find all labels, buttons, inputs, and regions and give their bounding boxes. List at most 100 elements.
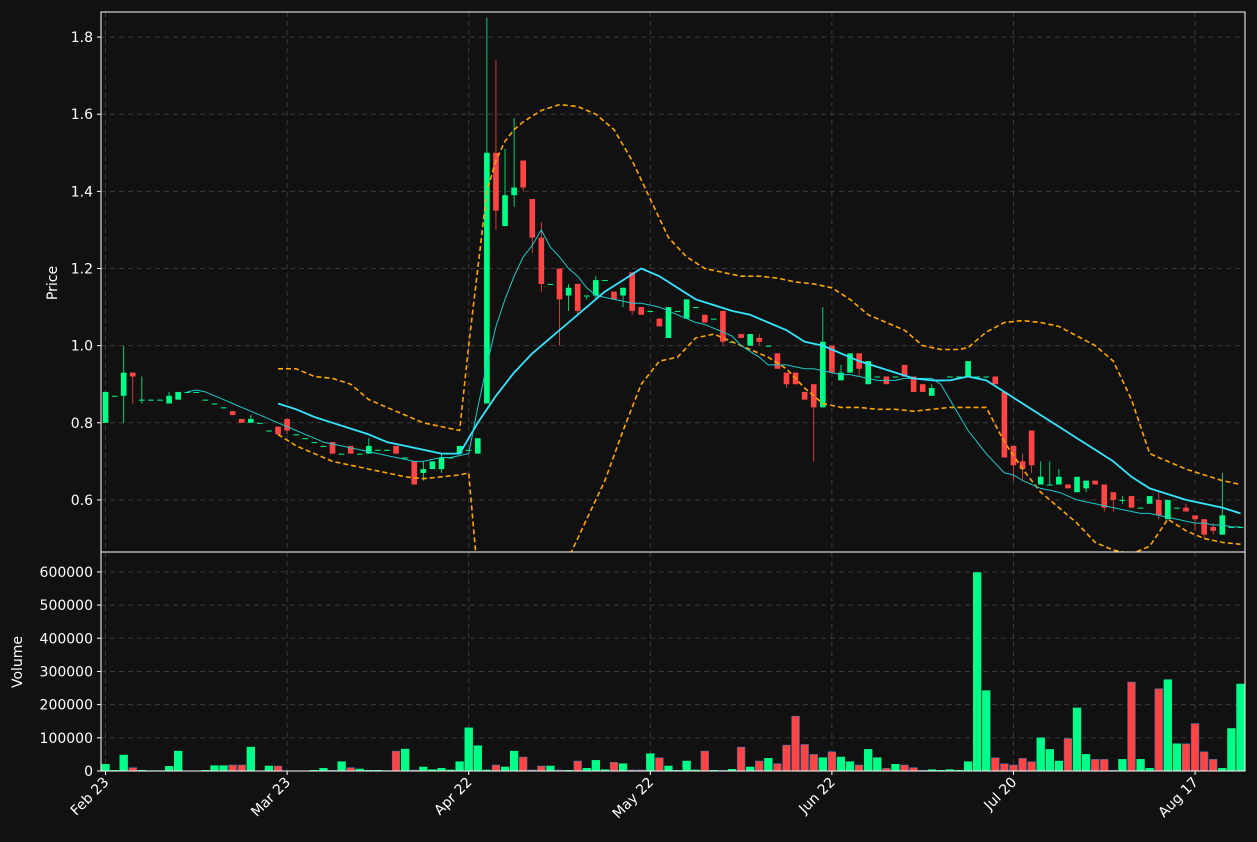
- candle-body: [1110, 492, 1117, 500]
- price-tick-label: 1.0: [71, 339, 93, 355]
- volume-bar: [391, 750, 401, 771]
- candle-body: [302, 438, 309, 440]
- volume-bar: [1100, 759, 1109, 771]
- candle-body: [1056, 476, 1062, 485]
- volume-bar: [1054, 760, 1064, 771]
- candle-body: [1083, 480, 1089, 489]
- candle-body: [529, 199, 536, 238]
- candle-body: [284, 418, 290, 431]
- volume-bar: [1091, 759, 1100, 771]
- candle-body: [474, 438, 481, 454]
- candle-body: [701, 314, 708, 323]
- volume-bar: [800, 744, 809, 771]
- candle-body: [711, 318, 717, 320]
- volume-bar: [519, 756, 528, 771]
- candle-body: [1155, 499, 1162, 516]
- candle-body: [1028, 430, 1035, 466]
- volume-bar: [228, 764, 237, 771]
- volume-bar: [1209, 759, 1218, 771]
- price-tick-label: 1.4: [71, 184, 93, 200]
- candle-body: [175, 391, 181, 400]
- volume-bar: [1236, 683, 1245, 771]
- volume-axis-label: Volume: [10, 636, 26, 688]
- volume-bar: [991, 757, 1000, 771]
- volume-bar: [972, 572, 982, 771]
- candle-body: [120, 372, 127, 396]
- volume-bar: [219, 765, 228, 771]
- candle-body: [720, 310, 726, 342]
- volume-bar: [591, 760, 600, 771]
- volume-bar: [273, 765, 283, 771]
- volume-bar: [700, 750, 709, 771]
- candle-body: [511, 187, 517, 196]
- candle-body: [674, 310, 681, 312]
- candle-body: [393, 445, 399, 454]
- volume-bar: [1036, 737, 1045, 771]
- volume-bar: [873, 757, 882, 771]
- candle-body: [1046, 484, 1053, 486]
- candle-body: [738, 334, 744, 338]
- volume-bar: [1000, 763, 1009, 771]
- candle-body: [756, 337, 763, 342]
- volume-bar: [609, 762, 619, 771]
- candle-body: [438, 457, 445, 470]
- candle-body: [892, 376, 899, 378]
- candle-body: [402, 457, 408, 459]
- volume-bar: [818, 757, 827, 771]
- candle-body: [311, 442, 318, 444]
- volume-bar: [773, 763, 782, 771]
- volume-bar: [264, 765, 274, 771]
- volume-bar: [1027, 761, 1036, 771]
- candle-body: [611, 291, 617, 300]
- candle-body: [1037, 476, 1044, 485]
- candle-body: [556, 268, 563, 300]
- volume-bar: [1118, 759, 1127, 771]
- candle-body: [139, 399, 145, 401]
- volume-bar: [101, 764, 110, 771]
- candle-body: [1001, 391, 1008, 458]
- volume-bar: [764, 758, 773, 771]
- volume-bar: [1181, 743, 1191, 771]
- candle-body: [992, 376, 999, 385]
- candle-body: [1210, 526, 1217, 531]
- volume-bar: [646, 753, 655, 771]
- candle-body: [129, 372, 136, 377]
- candle-body: [148, 399, 154, 401]
- volume-tick-label: 600000: [40, 565, 93, 581]
- volume-bar: [1163, 679, 1172, 771]
- volume-bar: [1136, 759, 1145, 771]
- volume-bar: [537, 765, 546, 771]
- candle-body: [356, 453, 363, 455]
- candle-body: [593, 280, 599, 296]
- candle-body: [202, 399, 209, 401]
- volume-bar: [500, 766, 510, 771]
- volume-tick-label: 300000: [40, 664, 93, 680]
- volume-bar: [546, 765, 555, 771]
- candle-body: [211, 403, 218, 405]
- volume-bar: [509, 750, 519, 771]
- candle-body: [547, 283, 554, 285]
- volume-bar: [664, 765, 673, 771]
- volume-bar: [464, 727, 473, 771]
- candle-body: [965, 361, 971, 377]
- volume-bar: [836, 756, 846, 771]
- candle-body: [919, 384, 926, 392]
- volume-bar: [491, 764, 501, 771]
- volume-bar: [827, 751, 837, 771]
- volume-tick-label: 100000: [40, 731, 93, 747]
- candle-body: [874, 376, 881, 378]
- candle-body: [656, 318, 663, 327]
- candle-body: [620, 287, 626, 296]
- candle-body: [229, 411, 236, 416]
- candle-body: [384, 449, 390, 451]
- candle-body: [683, 299, 690, 319]
- candle-body: [1092, 480, 1099, 485]
- volume-bar: [473, 745, 482, 771]
- candle-body: [1101, 484, 1108, 508]
- volume-bar: [1190, 723, 1200, 771]
- volume-bar: [1018, 758, 1027, 771]
- volume-bar: [455, 761, 464, 771]
- candle-body: [266, 430, 272, 432]
- candle-body: [247, 418, 254, 423]
- volume-bar: [746, 766, 755, 771]
